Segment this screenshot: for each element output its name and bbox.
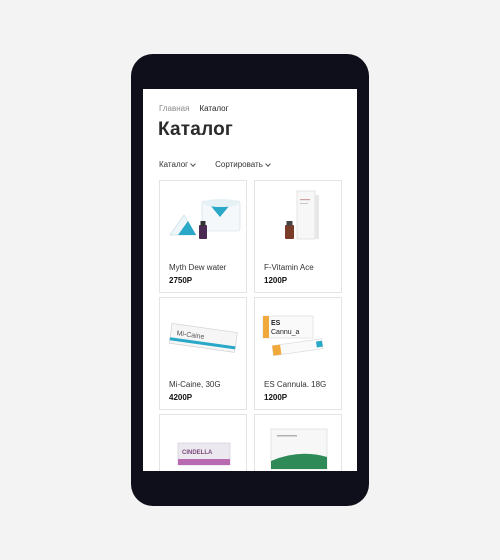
breadcrumb-current: Каталог (199, 104, 229, 113)
breadcrumb: Главная Каталог (159, 104, 229, 113)
product-image (164, 185, 242, 255)
product-price: 2750Р (169, 276, 193, 285)
es-cannula-brand-label: ES (271, 320, 281, 327)
sort-dropdown[interactable]: Сортировать (215, 160, 271, 169)
product-name: Mi-Caine, 30G (169, 380, 221, 389)
product-image (259, 419, 337, 471)
product-card[interactable]: Myth Dew water 2750Р (159, 180, 247, 293)
product-image: CINDELLA (164, 419, 242, 471)
chevron-down-icon (190, 160, 196, 167)
es-cannula-word-label: Cannu_a (271, 329, 300, 336)
product-card[interactable]: Mi-Caine Mi-Caine, 30G 4200Р (159, 297, 247, 410)
product-price: 4200Р (169, 393, 193, 402)
product-price: 1200Р (264, 276, 288, 285)
filter-bar: Каталог Сортировать (159, 160, 271, 169)
product-name: Myth Dew water (169, 263, 227, 272)
product-name: F-Vitamin Ace (264, 263, 314, 272)
product-grid: Myth Dew water 2750Р F-Vitamin Ace 1200Р (159, 180, 342, 471)
product-image: ES Cannu_a (259, 302, 337, 372)
product-price: 1200Р (264, 393, 288, 402)
page-title: Каталог (158, 119, 234, 140)
cindella-label: CINDELLA (182, 450, 213, 456)
catalog-filter-label: Каталог (159, 160, 189, 169)
product-card[interactable]: CINDELLA (159, 414, 247, 471)
product-card[interactable] (254, 414, 342, 471)
product-image (259, 185, 337, 255)
catalog-filter-dropdown[interactable]: Каталог (159, 160, 196, 169)
phone-screen: Главная Каталог Каталог Каталог Сортиров… (143, 89, 357, 471)
breadcrumb-home-link[interactable]: Главная (159, 104, 189, 113)
sort-label: Сортировать (215, 160, 263, 169)
product-card[interactable]: F-Vitamin Ace 1200Р (254, 180, 342, 293)
product-image: Mi-Caine (164, 302, 242, 372)
product-card[interactable]: ES Cannu_a ES Cannula. 18G 1200Р (254, 297, 342, 410)
chevron-down-icon (265, 160, 271, 167)
product-name: ES Cannula. 18G (264, 380, 327, 389)
